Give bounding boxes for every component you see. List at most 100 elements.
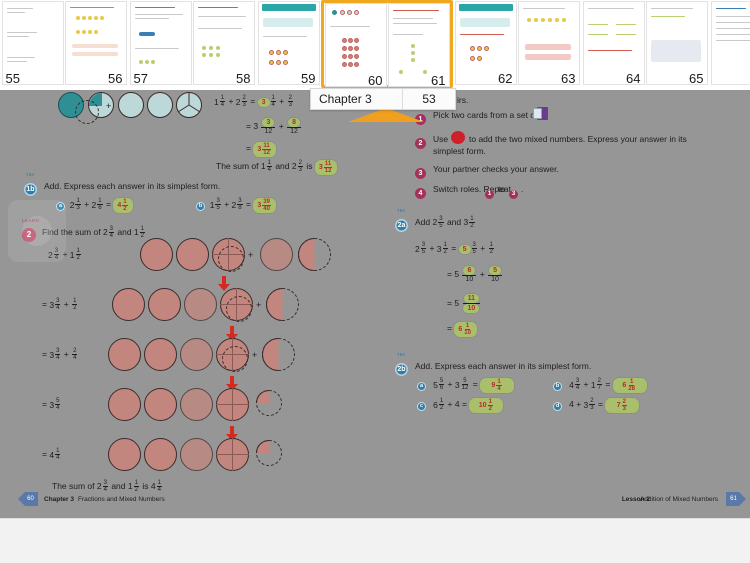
thumbnail-pair-64-65[interactable]: 64 65	[581, 0, 709, 88]
dice-icon	[451, 131, 465, 144]
fraction-circle-quarters	[216, 388, 249, 421]
fraction-circle-quarters	[216, 438, 249, 471]
fraction-circle-model	[144, 438, 177, 471]
thumbnail-pair-60-61-selected[interactable]: 60 61	[321, 0, 453, 88]
item-letter: b	[196, 201, 205, 211]
item-letter: c	[417, 401, 426, 411]
fraction-circle-model	[184, 288, 217, 321]
section-badge-1b: 1b	[24, 178, 37, 196]
answer-highlight: 412	[113, 198, 133, 213]
item-letter: b	[553, 381, 562, 391]
thumbnail-page-55[interactable]: 55	[1, 1, 64, 85]
answer-highlight: 3 39 40	[253, 198, 276, 213]
try-instruction: Add. Express each answer in its simplest…	[44, 181, 221, 191]
thumbnail-number: 57	[133, 71, 148, 85]
learn-conclusion: The sum of 234 and 112 is 414	[52, 480, 162, 493]
thumbnail-page-next[interactable]	[710, 1, 750, 85]
game-step-badge-3: 3	[415, 162, 426, 180]
equation-line-3: = 3 11 12	[246, 142, 276, 157]
exercise-item-b: b 434 + 127 = 6 1 28	[553, 378, 647, 393]
bottom-toolbar-area	[0, 518, 750, 563]
learn-2a-line-4: = 6 1 10	[447, 322, 477, 337]
numerator: 1	[219, 95, 226, 102]
thumbnail-filmstrip[interactable]: 55 56 57 58 59 60 61 62 63 64 65	[0, 0, 750, 90]
answer-highlight: 5	[458, 244, 471, 254]
thumbnail-page-57[interactable]: 57	[129, 1, 192, 85]
game-step-2-text-c: simplest form.	[433, 146, 486, 156]
thumbnail-pair-55-56[interactable]: 55 56	[0, 0, 128, 88]
thumbnail-page-60[interactable]: 60	[324, 3, 387, 87]
section-badge-2a: 2a	[395, 214, 408, 232]
fraction-circle-model	[260, 238, 293, 271]
thumbnail-page-61[interactable]: 61	[387, 3, 450, 87]
learn-2a-line-1: 235 + 312 = 535 + 12	[415, 242, 494, 255]
fraction-circle-model	[176, 238, 209, 271]
denominator: 4	[220, 102, 225, 108]
answer-highlight: 11	[463, 294, 480, 303]
game-step-2-text-b: to add the two mixed numbers. Express yo…	[469, 134, 687, 144]
chapter-tooltip-page: 53	[422, 92, 436, 106]
chapter-tooltip[interactable]: Chapter 3 53	[310, 88, 456, 110]
footer-lesson-title: Addition of Mixed Numbers	[639, 496, 718, 503]
fraction-circle-dashed	[298, 238, 331, 271]
page-left-60: + 114 + 223 = 314 + 23 = 3 3 12 + 8 12 =…	[0, 90, 375, 518]
answer-highlight: 10 1 2	[469, 398, 504, 413]
operand-whole: 1	[214, 96, 219, 107]
fraction-circle-dashed	[256, 390, 282, 416]
page-number-badge-right: 61	[726, 492, 746, 506]
page-right-61: irs. 1 Pick two cards from a set of 2 Us…	[375, 90, 750, 518]
fraction-circle-model	[148, 288, 181, 321]
plus-sign: +	[106, 101, 112, 111]
operand-whole: 2	[235, 96, 241, 107]
fraction-circle-model	[140, 238, 173, 271]
fraction-circle-dashed	[218, 246, 244, 272]
thumbnail-page-56[interactable]: 56	[64, 1, 127, 85]
thumbnail-page-64[interactable]: 64	[582, 1, 645, 85]
ebook-viewer: 55 56 57 58 59 60 61 62 63 64 65 + 1 1 4…	[0, 0, 750, 563]
thumbnail-number: 60	[368, 73, 383, 87]
game-step-4-text-b: to	[498, 184, 506, 194]
thumbnail-number: 59	[301, 71, 316, 85]
equation-line-1: 114 + 223 = 314 + 23	[214, 95, 293, 108]
thumbnail-pair-59[interactable]: 59	[256, 0, 321, 88]
page-spread[interactable]: + 114 + 223 = 314 + 23 = 3 3 12 + 8 12 =…	[0, 90, 750, 518]
try-tag: TRY	[397, 208, 406, 213]
thumbnail-pair-partial[interactable]	[709, 0, 750, 88]
operator: +	[279, 95, 285, 106]
answer-highlight: 3 11 12	[253, 142, 276, 157]
page-control-overlay[interactable]	[8, 200, 66, 262]
game-step-1-text: Pick two cards from a set of	[433, 110, 538, 120]
fraction-circle-dashed	[266, 288, 299, 321]
overlay-knob[interactable]	[22, 216, 52, 246]
summary-sentence: The sum of 114 and 223 is 3 11 12	[216, 160, 338, 175]
answer-highlight: 10	[463, 304, 480, 313]
fraction-circle-model	[180, 338, 213, 371]
try-tag: TRY	[397, 352, 406, 357]
thumbnail-pair-62-63[interactable]: 62 63	[453, 0, 581, 88]
fraction-circle-model	[108, 388, 141, 421]
fraction-circle-model	[112, 288, 145, 321]
fraction-circle-model	[180, 438, 213, 471]
thumbnail-page-62[interactable]: 62	[454, 1, 517, 85]
answer-highlight: 8	[288, 118, 300, 127]
exercise-item-d: d 4 + 323 = 723	[553, 398, 640, 413]
thumbnail-number: 65	[689, 71, 704, 85]
equation-line-2: = 3 3 12 + 8 12	[246, 118, 302, 135]
learn-step-5-label: = 414	[42, 448, 61, 461]
chapter-tooltip-label: Chapter 3	[319, 92, 372, 106]
fraction-circle-dashed	[262, 338, 295, 371]
thumbnail-pair-57-58[interactable]: 57 58	[128, 0, 256, 88]
thumbnail-page-59[interactable]: 59	[257, 1, 320, 85]
operator: +	[228, 95, 234, 106]
fraction-circle-dashed	[226, 296, 252, 322]
thumbnail-page-65[interactable]: 65	[645, 1, 708, 85]
thumbnail-page-58[interactable]: 58	[192, 1, 255, 85]
thumbnail-number: 56	[108, 71, 123, 85]
learn-step-2-label: = 334 + 12	[42, 298, 78, 311]
exercise-item-b: b 135 + 238 = 3 39 40	[196, 198, 276, 213]
game-step-badge-2: 2	[415, 132, 426, 150]
try-tag: TRY	[26, 172, 35, 177]
thumbnail-page-63[interactable]: 63	[517, 1, 580, 85]
fraction-circle-model	[147, 92, 173, 118]
page-number-badge-left: 60	[18, 492, 38, 506]
